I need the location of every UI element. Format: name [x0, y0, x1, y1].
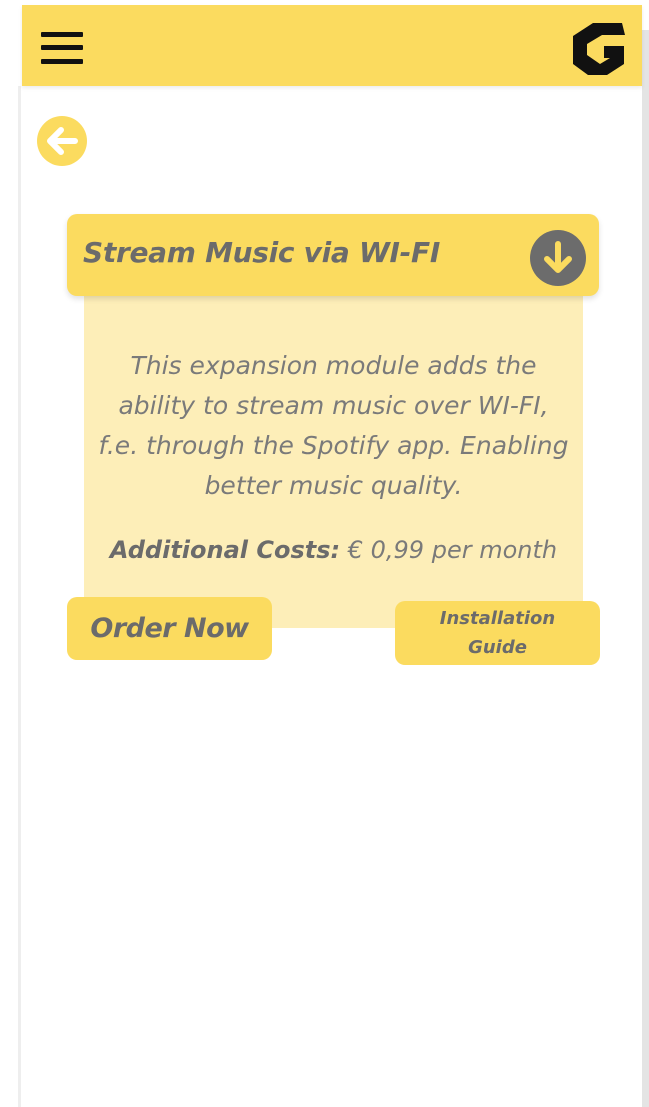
module-title: Stream Music via WI-FI [83, 236, 440, 269]
right-edge-shadow [642, 30, 649, 1107]
left-edge-shadow [18, 86, 21, 1107]
module-description: This expansion module adds the ability t… [98, 351, 569, 500]
installation-guide-button[interactable]: Installation Guide [395, 601, 600, 665]
app-screen: Stream Music via WI-FI This expansion mo… [0, 0, 649, 1107]
arrow-down-icon [544, 241, 572, 273]
order-now-button[interactable]: Order Now [67, 597, 272, 660]
costs-value: € 0,99 per month [340, 536, 558, 564]
expand-button[interactable] [530, 230, 586, 286]
hamburger-menu-icon[interactable] [41, 29, 83, 67]
installation-guide-label: Installation Guide [439, 608, 556, 658]
costs-label: Additional Costs: [109, 536, 341, 564]
arrow-left-icon [47, 127, 78, 155]
back-button[interactable] [37, 116, 87, 166]
g-logo-icon[interactable] [573, 22, 625, 76]
additional-costs: Additional Costs: € 0,99 per month [84, 532, 583, 568]
app-bar [22, 5, 642, 86]
module-card-header[interactable]: Stream Music via WI-FI [67, 214, 599, 296]
